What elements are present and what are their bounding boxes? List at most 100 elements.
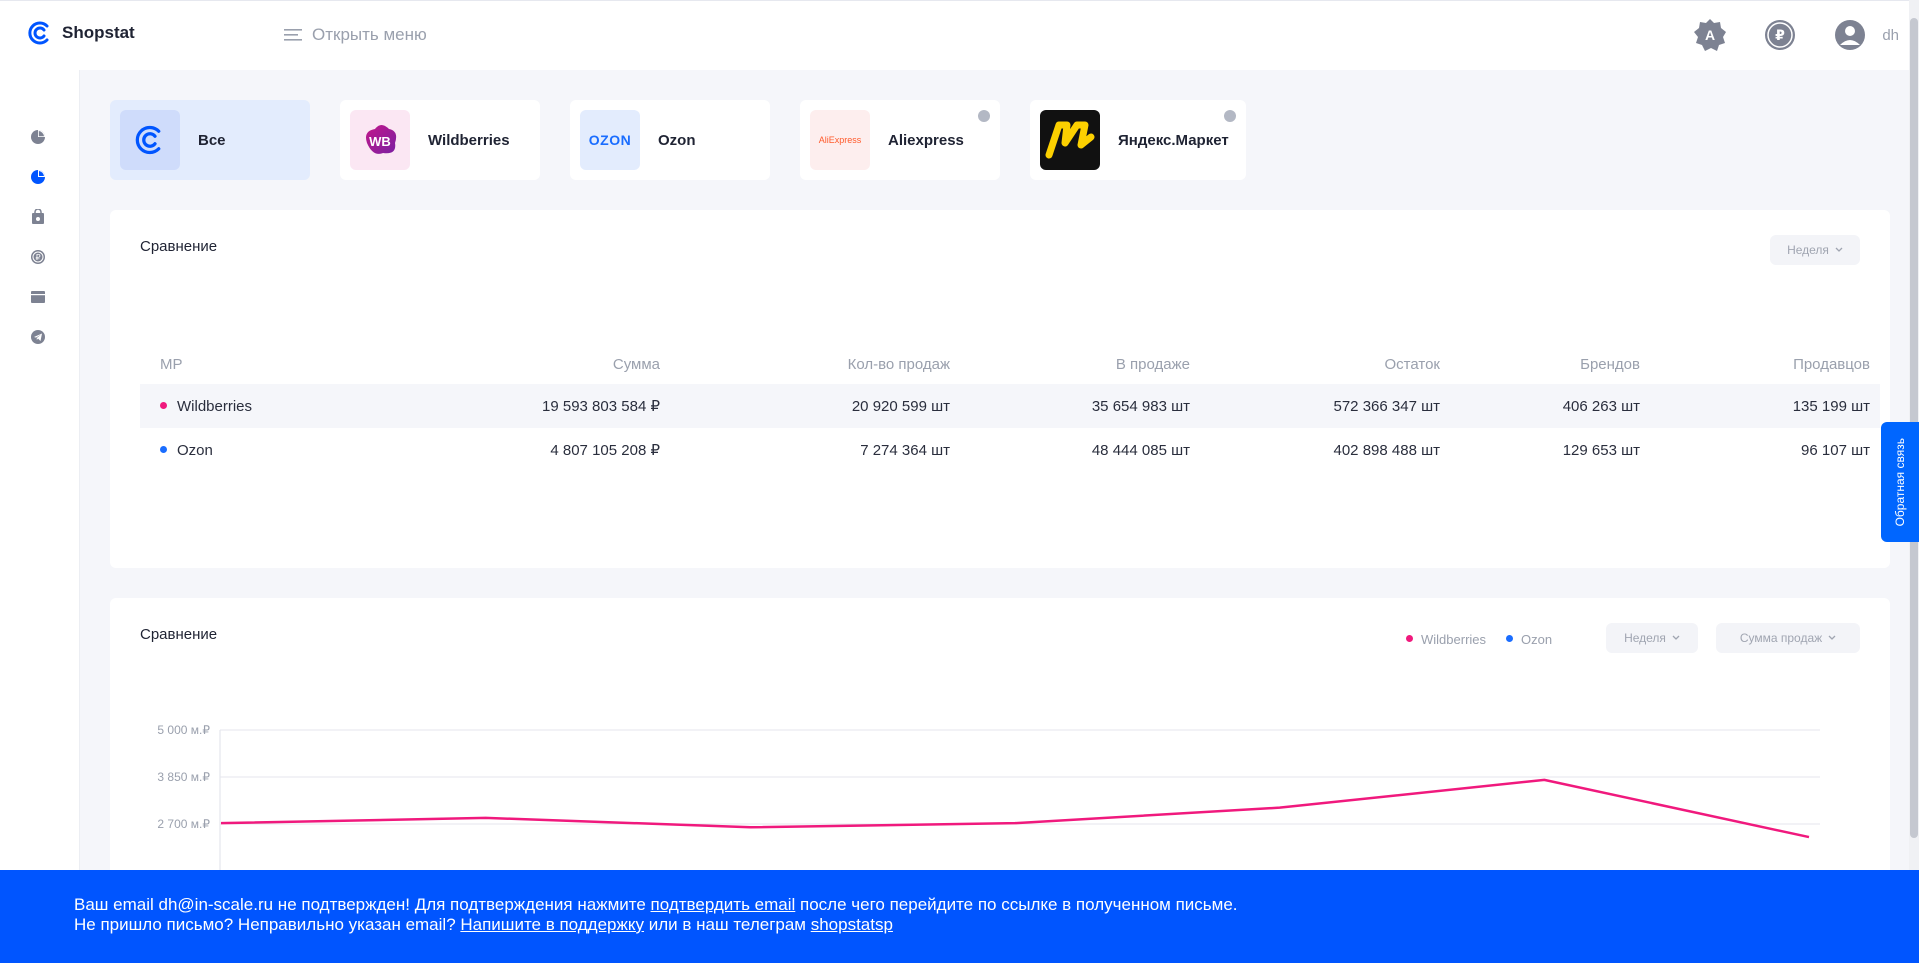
period-select-value: Неделя: [1787, 243, 1829, 257]
marketplace-label: Wildberries: [428, 131, 510, 149]
comparison-table: МР Сумма Кол-во продаж В продаже Остаток…: [140, 344, 1880, 472]
sidebar-item-calendar[interactable]: [27, 286, 49, 308]
banner-text: Ваш email dh@in-scale.ru не подтвержден!…: [74, 895, 651, 914]
sales-cell: 7 274 364 шт: [860, 441, 950, 459]
chevron-down-icon: [1835, 247, 1843, 252]
table-header-row: МР Сумма Кол-во продаж В продаже Остаток…: [140, 344, 1880, 384]
y-tick-label: 3 850 м.₽: [157, 770, 210, 784]
telegram-icon: [31, 330, 45, 344]
on-sale-cell: 48 444 085 шт: [1091, 441, 1190, 459]
ruble-circle-icon: ₽: [31, 250, 45, 264]
sum-cell: 4 807 105 208 ₽: [550, 442, 660, 459]
header-actions: A ₽ dh: [1692, 17, 1899, 53]
panel-title: Сравнение: [140, 238, 218, 255]
period-select[interactable]: Неделя: [1770, 235, 1860, 265]
svg-text:₽: ₽: [1775, 28, 1785, 44]
shopstat-logo-icon: [28, 21, 49, 45]
ozon-logo-text: OZON: [588, 132, 632, 148]
badge-a-icon: A: [1694, 19, 1727, 51]
aliexpress-logo-text: AliExpress: [818, 135, 862, 145]
svg-text:A: A: [1705, 27, 1715, 43]
confirm-email-link[interactable]: подтвердить email: [651, 895, 796, 914]
ozon-logo: OZON: [580, 110, 640, 170]
marketplace-label: Aliexpress: [888, 131, 964, 149]
column-header[interactable]: Остаток: [1200, 344, 1450, 384]
column-header[interactable]: МР: [140, 344, 430, 384]
sidebar-item-analytics[interactable]: [27, 166, 49, 188]
series-line-wildberries[interactable]: [220, 778, 1810, 839]
table-row[interactable]: Ozon 4 807 105 208 ₽ 7 274 364 шт 48 444…: [140, 428, 1880, 472]
column-header[interactable]: Брендов: [1450, 344, 1650, 384]
y-tick-label: 2 700 м.₽: [157, 817, 210, 831]
user-avatar-icon: [1835, 20, 1866, 50]
banner-text: или в наш телеграм: [644, 915, 811, 934]
open-menu-label: Открыть меню: [312, 25, 427, 44]
on-sale-cell: 35 654 983 шт: [960, 384, 1200, 428]
banner-line-2: Не пришло письмо? Неправильно указан ema…: [74, 915, 1919, 935]
logo[interactable]: Shopstat: [28, 21, 135, 45]
column-header[interactable]: В продаже: [960, 344, 1200, 384]
support-link[interactable]: Напишите в поддержку: [460, 915, 644, 934]
sidebar-item-telegram[interactable]: [27, 326, 49, 348]
feedback-button[interactable]: Обратная связь: [1881, 422, 1919, 542]
open-menu-button[interactable]: Открыть меню: [284, 25, 427, 45]
yandex-market-logo: [1040, 110, 1100, 170]
ruble-icon: ₽: [1765, 20, 1796, 50]
marketplace-label: Все: [198, 131, 226, 149]
table-row[interactable]: Wildberries 19 593 803 584 ₽ 20 920 599 …: [140, 384, 1880, 428]
shopstat-logo-icon: [135, 125, 161, 155]
brands-cell: 129 653 шт: [1562, 441, 1640, 459]
calendar-icon: [31, 291, 45, 303]
banner-text: после чего перейдите по ссылке в получен…: [795, 895, 1238, 914]
stock-cell: 572 366 347 шт: [1200, 384, 1450, 428]
badge-a-button[interactable]: A: [1692, 17, 1728, 53]
marketplace-tabs: Все WB Wildberries OZON Ozon AliExpress …: [110, 100, 1246, 180]
marketplace-tab-yandex-market[interactable]: Яндекс.Маркет: [1030, 100, 1246, 180]
all-marketplaces-logo: [120, 110, 180, 170]
mp-cell: Wildberries: [140, 384, 430, 428]
marketplace-tab-ozon[interactable]: OZON Ozon: [570, 100, 770, 180]
user-name[interactable]: dh: [1882, 27, 1899, 44]
banner-text: Не пришло письмо? Неправильно указан ema…: [74, 915, 461, 934]
sidebar: ₽: [0, 70, 80, 963]
mp-name: Ozon: [177, 441, 213, 459]
comparison-table-panel: Сравнение Неделя МР Сумма Кол-во продаж …: [110, 210, 1890, 568]
sales-cell: 20 920 599 шт: [670, 384, 960, 428]
svg-text:₽: ₽: [35, 253, 40, 262]
svg-text:WB: WB: [369, 134, 391, 149]
mp-name: Wildberries: [177, 397, 253, 415]
clock-icon: [1224, 110, 1236, 122]
column-header[interactable]: Сумма: [430, 344, 670, 384]
balance-button[interactable]: ₽: [1762, 17, 1798, 53]
sidebar-item-overview[interactable]: [27, 126, 49, 148]
stock-cell: 402 898 488 шт: [1333, 441, 1441, 459]
brands-cell: 406 263 шт: [1450, 384, 1650, 428]
sellers-cell: 96 107 шт: [1801, 441, 1870, 459]
mp-cell: Ozon: [140, 428, 430, 472]
user-menu-button[interactable]: [1832, 17, 1868, 53]
marketplace-label: Яндекс.Маркет: [1118, 131, 1229, 149]
banner-line-1: Ваш email dh@in-scale.ru не подтвержден!…: [74, 895, 1919, 915]
top-header: Shopstat Открыть меню A ₽ dh: [0, 0, 1919, 70]
marketplace-tab-aliexpress[interactable]: AliExpress Aliexpress: [800, 100, 1000, 180]
marketplace-tab-all[interactable]: Все: [110, 100, 310, 180]
series-dot: [160, 446, 167, 454]
marketplace-tab-wildberries[interactable]: WB Wildberries: [340, 100, 540, 180]
wildberries-logo: WB: [350, 110, 410, 170]
column-header[interactable]: Продавцов: [1650, 344, 1880, 384]
pie-chart-icon: [31, 130, 45, 144]
email-verification-banner: Ваш email dh@in-scale.ru не подтвержден!…: [0, 870, 1919, 963]
sum-cell: 19 593 803 584 ₽: [430, 384, 670, 428]
feedback-label: Обратная связь: [1893, 437, 1907, 527]
y-tick-label: 5 000 м.₽: [157, 723, 210, 737]
sales-line-chart: 5 000 м.₽ 3 850 м.₽ 2 700 м.₽: [157, 723, 1820, 898]
sidebar-item-products[interactable]: [27, 206, 49, 228]
brand-name: Shopstat: [62, 23, 135, 42]
telegram-link[interactable]: shopstatsp: [811, 915, 893, 934]
sidebar-item-finance[interactable]: ₽: [27, 246, 49, 268]
clock-icon: [978, 110, 990, 122]
yandex-market-logo-icon: [1045, 121, 1095, 159]
aliexpress-logo: AliExpress: [810, 110, 870, 170]
column-header[interactable]: Кол-во продаж: [670, 344, 960, 384]
series-dot: [160, 402, 167, 410]
